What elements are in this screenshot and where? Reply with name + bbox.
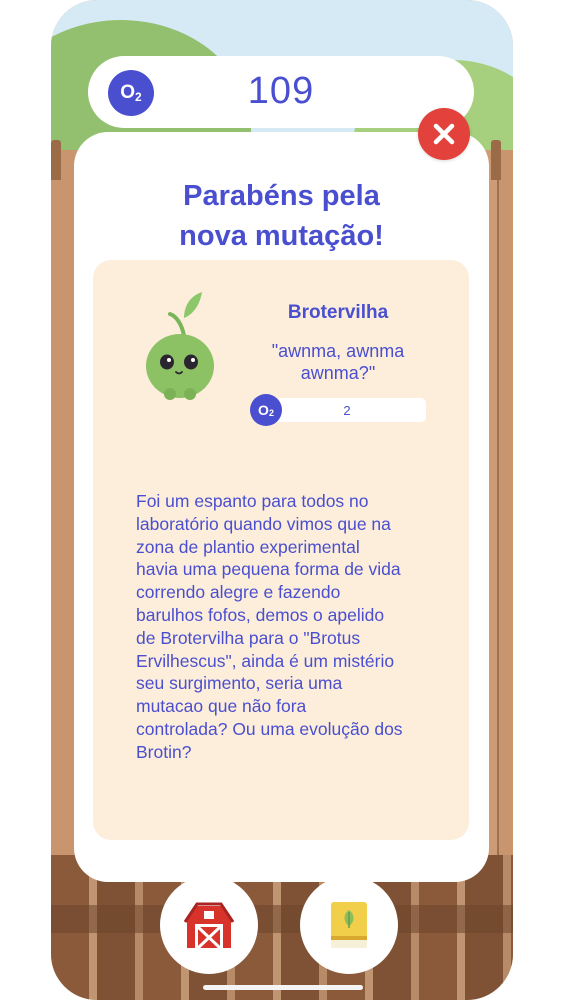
creature-oxygen-value: 2 bbox=[343, 403, 351, 418]
book-icon bbox=[331, 902, 367, 948]
creature-name: Brotervilha bbox=[287, 302, 389, 323]
creature-quote: "awnma, awnma awnma?" bbox=[271, 341, 405, 383]
creature-oxygen-bar: O2 2 bbox=[250, 394, 428, 426]
brotervilha-creature-image bbox=[146, 292, 214, 400]
fence-rail bbox=[51, 905, 513, 933]
oxygen-count: 109 bbox=[247, 70, 315, 112]
home-indicator[interactable] bbox=[203, 985, 363, 990]
fence-post bbox=[51, 140, 61, 180]
close-button[interactable] bbox=[418, 108, 470, 160]
close-x-icon bbox=[433, 123, 455, 145]
oxygen-counter-bar: O2 109 bbox=[88, 56, 474, 128]
barn-icon bbox=[183, 902, 235, 950]
modal-title-line2: nova mutação! bbox=[179, 220, 384, 252]
modal-title: Parabéns pela nova mutação! bbox=[74, 176, 489, 256]
modal-title-line1: Parabéns pela bbox=[183, 180, 380, 212]
journal-button[interactable] bbox=[300, 876, 398, 974]
creature-story-text: Foi um espanto para todos no laboratório… bbox=[136, 491, 403, 762]
fence-post bbox=[491, 140, 501, 180]
barn-button[interactable] bbox=[160, 876, 258, 974]
